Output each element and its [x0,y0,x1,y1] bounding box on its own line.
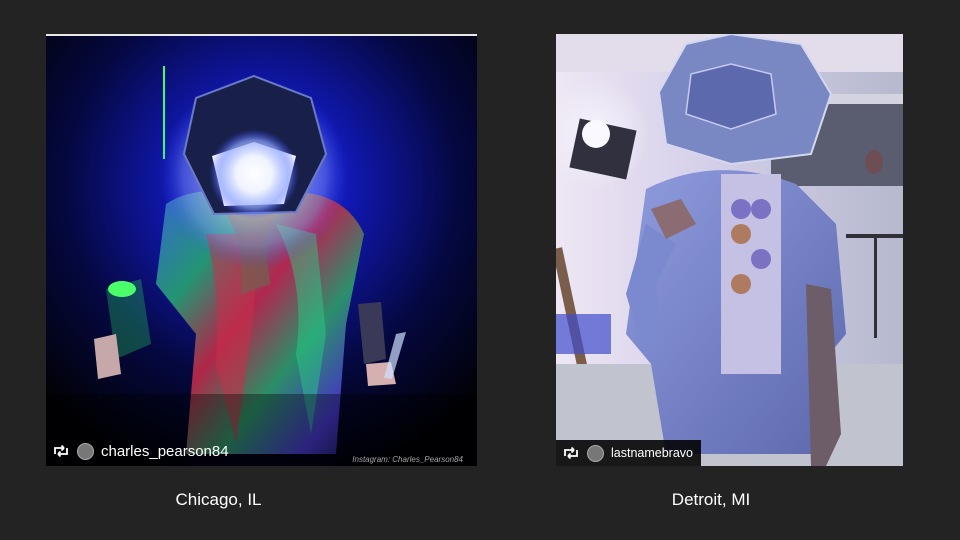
repost-username: charles_pearson84 [101,442,229,460]
avatar [587,444,604,462]
photo-chicago: charles_pearson84 Instagram: Charles_Pea… [46,34,477,466]
caption-chicago: Chicago, IL [175,490,262,509]
photo-detroit: lastnamebravo [556,34,903,466]
repost-username: lastnamebravo [611,446,693,460]
repost-tag: lastnamebravo [556,440,701,466]
photo-watermark: Instagram: Charles_Pearson84 [352,455,463,464]
costume-photo-dark [46,34,477,466]
repost-icon [564,446,578,460]
repost-tag: charles_pearson84 [46,436,237,466]
costume-photo-light [556,34,903,466]
avatar [77,442,94,460]
repost-icon [54,444,68,458]
caption-detroit: Detroit, MI [671,490,751,509]
